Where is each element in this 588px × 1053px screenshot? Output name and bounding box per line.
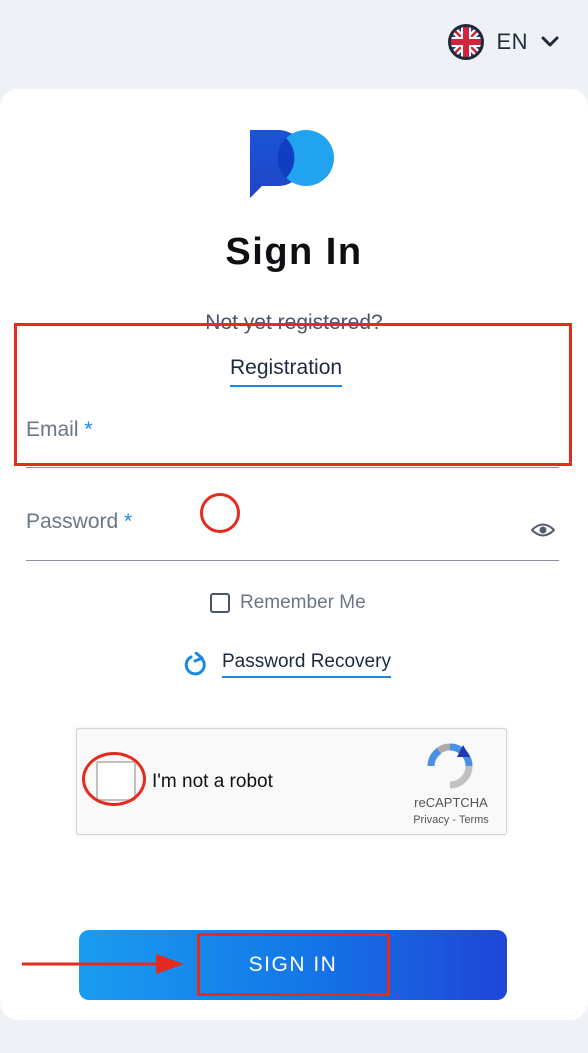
language-selector[interactable]: EN — [448, 24, 560, 60]
brand-logo — [250, 130, 334, 198]
recaptcha-privacy-link[interactable]: Privacy — [413, 814, 449, 826]
language-code: EN — [496, 29, 528, 54]
password-input[interactable] — [26, 500, 559, 561]
captcha-highlight-circle — [82, 752, 146, 806]
show-password-icon[interactable] — [531, 522, 555, 538]
password-underline — [26, 560, 559, 561]
sign-in-card: Sign In Not yet registered? Registration… — [0, 89, 588, 1020]
remember-me-highlight-circle — [200, 493, 240, 533]
sign-in-highlight-box — [197, 933, 390, 996]
credentials-highlight-box — [14, 323, 572, 466]
password-recovery-link[interactable]: Password Recovery — [182, 651, 391, 678]
recaptcha-terms-link[interactable]: Terms — [459, 814, 489, 826]
password-field[interactable]: Password * — [26, 500, 559, 561]
recaptcha-separator: - — [452, 814, 456, 826]
chevron-down-icon — [541, 36, 559, 47]
password-recovery-label: Password Recovery — [222, 651, 391, 678]
uk-flag-icon — [448, 24, 485, 60]
refresh-icon — [184, 651, 206, 675]
remember-me[interactable]: Remember Me — [210, 592, 366, 614]
recaptcha-logo-icon — [427, 743, 473, 789]
recaptcha-label: I'm not a robot — [152, 771, 273, 792]
pointer-arrow-icon — [22, 954, 184, 974]
page-title: Sign In — [225, 231, 363, 273]
recaptcha-terms: Privacy - Terms — [397, 814, 505, 826]
remember-me-label: Remember Me — [240, 592, 366, 613]
recaptcha-brand: reCAPTCHA — [414, 795, 488, 810]
email-underline — [26, 467, 559, 468]
remember-me-checkbox[interactable] — [210, 593, 230, 613]
